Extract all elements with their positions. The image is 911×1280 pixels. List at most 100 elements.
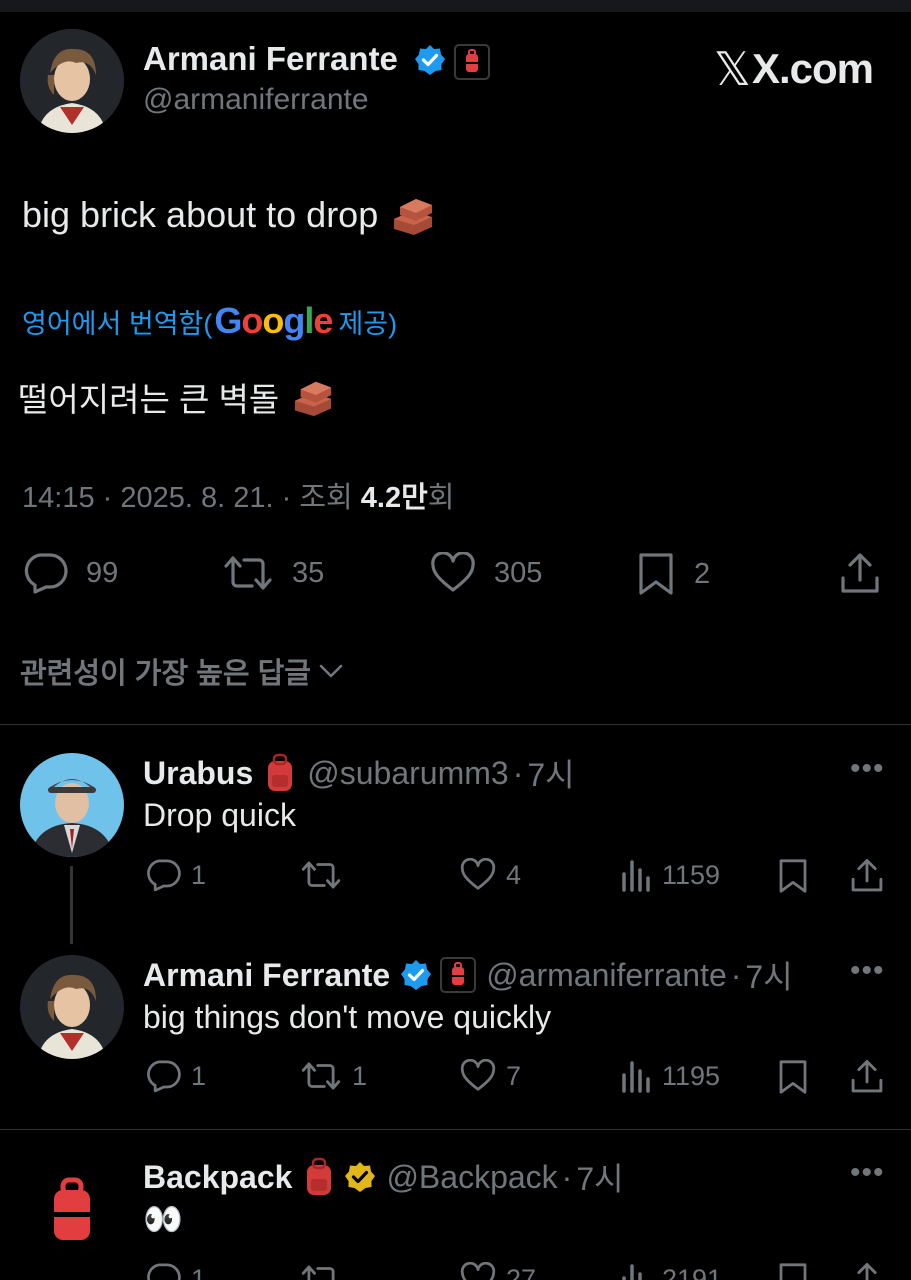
translated-body: 떨어지려는 큰 벽돌 [18,381,280,418]
author-name[interactable]: Armani Ferrante [143,40,398,78]
x-com-watermark: 𝕏 X.com [714,42,874,96]
repost-icon [224,556,272,590]
site-label: X.com [751,45,874,92]
reply-author-name[interactable]: Urabus [143,755,253,792]
bookmark-button[interactable] [777,1059,809,1095]
more-options-icon[interactable]: ••• [850,1156,885,1190]
translation-label[interactable]: 영어에서 번역함( Google 제공) [22,300,397,342]
translate-prefix: 영어에서 번역함( [22,308,213,339]
views-count: 1159 [662,859,721,890]
reply-header: Armani Ferrante @armaniferrante · 7시 [143,952,793,998]
repost-icon [301,861,341,889]
sort-label: 관련성이 가장 높은 답글 [20,658,311,690]
tweet-date[interactable]: 2025. 8. 21. [120,482,273,514]
views-count: 1195 [662,1060,721,1091]
repost-button[interactable]: 1 [300,1059,367,1093]
reply-time[interactable]: 7시 [576,1154,623,1200]
backpack-affiliate-icon[interactable] [440,957,477,993]
share-icon [851,1060,883,1093]
translated-text: 떨어지려는 큰 벽돌 [18,373,335,421]
like-button[interactable]: 305 [430,552,542,594]
bookmark-icon [779,1060,807,1094]
views-suffix: 회 [427,482,455,514]
repost-button[interactable] [300,858,352,892]
repost-button[interactable]: 35 [222,552,324,594]
reply-author-handle[interactable]: @subarumm3 [307,755,508,792]
reply-avatar[interactable] [20,753,124,857]
reply-button[interactable]: 1 [145,858,206,892]
analytics-icon [622,860,650,892]
repost-icon [301,1265,335,1280]
repost-icon [301,1062,341,1090]
author-badges [414,44,490,80]
reply-header: Backpack @Backpack · 7시 [143,1154,624,1200]
reply-time[interactable]: 7시 [527,750,574,796]
like-button[interactable]: 27 [460,1262,536,1280]
like-button[interactable]: 4 [460,858,521,892]
like-button[interactable]: 7 [460,1059,521,1093]
brick-emoji-icon [394,199,433,235]
bookmark-count: 2 [694,557,711,590]
reply-text: 👀 [143,1201,183,1237]
share-icon [857,1263,877,1280]
share-button[interactable] [849,858,885,894]
separator-dot: · [512,754,524,791]
bookmark-button[interactable]: 2 [636,552,710,596]
reply-author-name[interactable]: Backpack [143,1159,292,1196]
tweet-body: big brick about to drop [22,194,379,235]
share-icon [851,859,883,892]
views-count: 4.2만 [360,482,428,514]
tweet-meta: 14:15 · 2025. 8. 21. · 조회 4.2만회 [22,482,455,514]
heart-icon [460,1262,496,1280]
like-count: 4 [506,859,522,890]
avatar-illustration [20,955,124,1059]
reply-icon [24,553,68,594]
avatar-illustration [20,753,124,857]
author-handle[interactable]: @armaniferrante [143,83,369,117]
author-avatar[interactable] [20,29,124,133]
reply-avatar[interactable] [20,955,124,1059]
repost-count: 35 [292,556,325,589]
tweet-time[interactable]: 14:15 [22,482,95,514]
backpack-emoji-icon [307,1157,332,1195]
reply-avatar[interactable] [20,1158,124,1262]
backpack-affiliate-icon[interactable] [454,44,490,80]
share-icon [841,553,879,593]
bookmark-button[interactable] [777,858,809,894]
reply-button[interactable]: 1 [145,1059,206,1093]
more-options-icon[interactable]: ••• [850,752,885,786]
separator-dot: · [730,956,742,993]
views-button[interactable]: 1195 [620,1059,720,1093]
more-options-icon[interactable]: ••• [850,954,885,988]
reply-author-handle[interactable]: @Backpack [386,1159,557,1196]
share-button[interactable] [849,1262,885,1280]
thread-connector [70,866,73,944]
divider [0,1129,911,1130]
views-button[interactable]: 2191 [620,1262,722,1280]
like-count: 27 [506,1263,537,1280]
share-button[interactable] [838,552,882,596]
verified-gold-badge-icon [345,1162,376,1192]
status-bar-strip [0,0,911,12]
reply-sort-dropdown[interactable]: 관련성이 가장 높은 답글 [20,650,345,692]
brick-emoji-icon [295,381,332,417]
bookmark-icon [639,553,673,595]
analytics-icon [622,1264,642,1280]
reply-button[interactable]: 99 [22,552,118,594]
bookmark-button[interactable] [777,1262,809,1280]
views-count: 2191 [662,1263,723,1280]
reply-count: 1 [191,1060,207,1091]
share-button[interactable] [849,1059,885,1095]
reply-author-handle[interactable]: @armaniferrante [486,957,727,994]
views-button[interactable]: 1159 [620,858,720,892]
reply-icon [147,1263,181,1280]
reply-button[interactable]: 1 [145,1262,206,1280]
like-count: 305 [494,556,543,589]
reply-time[interactable]: 7시 [745,952,792,998]
repost-button[interactable] [300,1262,352,1280]
verified-badge-icon [415,45,445,75]
backpack-emoji-icon [268,753,293,791]
reply-author-name[interactable]: Armani Ferrante [143,957,390,994]
google-logo: Google [214,300,333,341]
reply-icon [147,859,181,892]
